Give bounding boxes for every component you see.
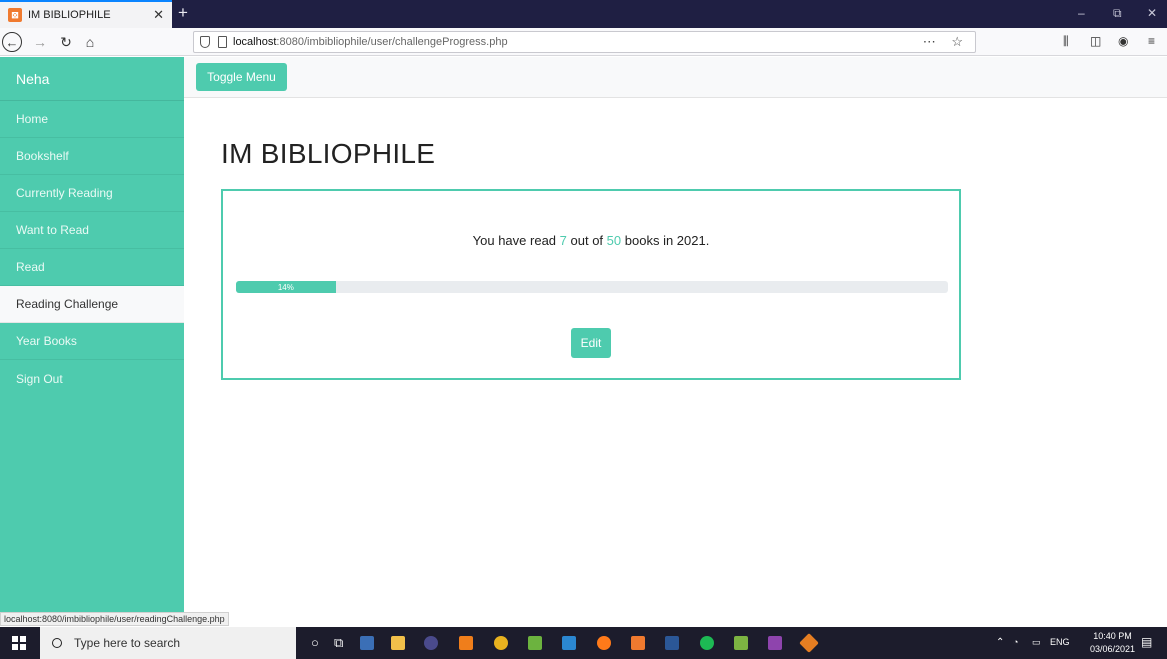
xampp-icon[interactable]: [631, 636, 645, 650]
home-icon[interactable]: ⌂: [80, 32, 100, 52]
sidebar: Neha Home Bookshelf Currently Reading Wa…: [0, 57, 184, 612]
toggle-menu-button[interactable]: Toggle Menu: [196, 63, 287, 91]
clock-time: 10:40 PM: [1093, 631, 1132, 641]
visual-studio-icon[interactable]: [768, 636, 782, 650]
library-icon[interactable]: ⫼: [1063, 34, 1069, 49]
windows-start-icon[interactable]: [12, 636, 26, 650]
sidebar-item-home[interactable]: Home: [0, 101, 184, 138]
task-view-icon[interactable]: ⧉: [334, 635, 343, 651]
git-icon[interactable]: [799, 633, 819, 653]
cortana-icon[interactable]: ○: [311, 635, 319, 650]
back-icon[interactable]: ←: [2, 32, 22, 52]
url-host: localhost: [233, 36, 277, 48]
sidebar-item-year-books[interactable]: Year Books: [0, 323, 184, 360]
taskbar-search-placeholder: Type here to search: [74, 636, 181, 650]
url-bar[interactable]: localhost:8080/imbibliophile/user/challe…: [193, 31, 976, 53]
sidebar-toggle-icon[interactable]: ◫: [1090, 34, 1101, 48]
clock-date: 03/06/2021: [1089, 644, 1135, 654]
account-icon[interactable]: ◉: [1118, 34, 1128, 48]
show-hidden-icons-icon[interactable]: ⌃: [996, 637, 1004, 648]
new-tab-icon[interactable]: +: [178, 3, 188, 23]
firefox-icon[interactable]: [597, 636, 611, 650]
eclipse-icon[interactable]: [424, 636, 438, 650]
tracking-shield-icon[interactable]: [200, 36, 210, 48]
file-explorer-icon[interactable]: [391, 636, 405, 650]
browser-tabstrip: ⊠ IM BIBLIOPHILE ✕ + – ⧉ ✕: [0, 0, 1167, 28]
notepad-icon[interactable]: [734, 636, 748, 650]
sidebar-brand: Neha: [0, 57, 184, 101]
reload-icon[interactable]: ↻: [56, 32, 76, 52]
tab-close-icon[interactable]: ✕: [153, 7, 164, 23]
wifi-icon[interactable]: ◔: [1013, 637, 1018, 647]
summary-mid: out of: [570, 233, 604, 248]
minimize-icon[interactable]: –: [1078, 6, 1085, 20]
books-read-count: 7: [559, 233, 567, 248]
word-icon[interactable]: [665, 636, 679, 650]
content-topbar: Toggle Menu: [184, 57, 1167, 98]
menu-icon[interactable]: ≡: [1148, 34, 1155, 48]
reading-challenge-card: You have read 7 out of 50 books in 2021.…: [221, 189, 961, 380]
restore-icon[interactable]: ⧉: [1113, 6, 1122, 21]
snipping-app-icon[interactable]: [360, 636, 374, 650]
edit-goal-button[interactable]: Edit: [571, 328, 611, 358]
xampp-favicon-icon: ⊠: [8, 8, 22, 22]
page-actions-icon[interactable]: ⋯ ☆: [923, 34, 969, 50]
sidebar-item-reading-challenge[interactable]: Reading Challenge: [0, 286, 184, 323]
link-status-bar: localhost:8080/imbibliophile/user/readin…: [0, 612, 229, 626]
windows-taskbar: Type here to search ○ ⧉ ⌃ ◔ ▭ ENG 10:40 …: [0, 627, 1167, 659]
taskbar-search-box[interactable]: Type here to search: [40, 627, 296, 659]
browser-tab[interactable]: ⊠ IM BIBLIOPHILE ✕: [0, 0, 172, 28]
progress-fill: 14%: [236, 281, 336, 293]
summary-prefix: You have read: [472, 233, 557, 248]
language-indicator[interactable]: ENG: [1050, 637, 1070, 647]
notification-center-icon[interactable]: ▤: [1141, 635, 1152, 649]
forward-icon[interactable]: →: [30, 32, 50, 52]
challenge-progress-bar: 14%: [236, 281, 948, 293]
challenge-summary: You have read 7 out of 50 books in 2021.: [223, 233, 959, 248]
sidebar-item-want-to-read[interactable]: Want to Read: [0, 212, 184, 249]
browser-toolbar: ← → ↻ ⌂ localhost:8080/imbibliophile/use…: [0, 28, 1167, 56]
url-path: :8080/imbibliophile/user/challengeProgre…: [276, 36, 508, 48]
page-info-icon[interactable]: [218, 36, 227, 48]
search-icon: [52, 638, 62, 648]
spotify-icon[interactable]: [700, 636, 714, 650]
sidebar-item-bookshelf[interactable]: Bookshelf: [0, 138, 184, 175]
sidebar-item-sign-out[interactable]: Sign Out: [0, 360, 184, 397]
sublime-icon[interactable]: [459, 636, 473, 650]
chrome-icon[interactable]: [494, 636, 508, 650]
summary-suffix: books in 2021.: [624, 233, 710, 248]
window-close-icon[interactable]: ✕: [1147, 6, 1157, 20]
tab-title: IM BIBLIOPHILE: [28, 9, 111, 21]
page-title: IM BIBLIOPHILE: [221, 138, 436, 169]
store-icon[interactable]: [528, 636, 542, 650]
books-goal-count: 50: [606, 233, 622, 248]
battery-icon[interactable]: ▭: [1032, 637, 1041, 648]
sidebar-item-currently-reading[interactable]: Currently Reading: [0, 175, 184, 212]
taskbar-clock[interactable]: 10:40 PM 03/06/2021: [1090, 630, 1135, 656]
vscode-icon[interactable]: [562, 636, 576, 650]
sidebar-item-read[interactable]: Read: [0, 249, 184, 286]
